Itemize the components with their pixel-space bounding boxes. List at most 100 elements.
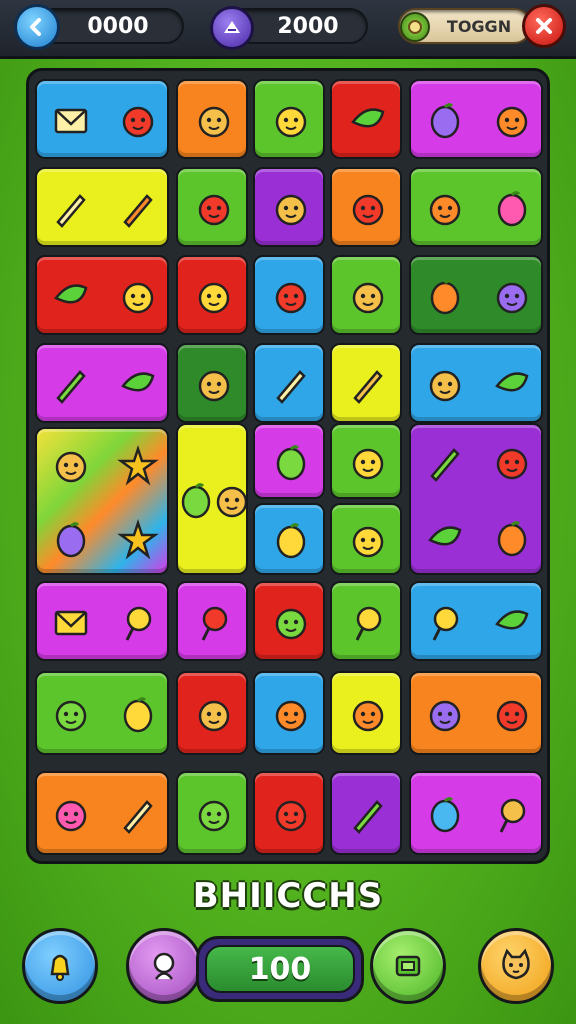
tile[interactable] [253, 423, 325, 499]
cat-face-icon [491, 694, 533, 741]
tile[interactable] [35, 581, 169, 661]
tile[interactable] [409, 671, 543, 755]
tile[interactable] [330, 79, 402, 159]
tile[interactable] [35, 343, 169, 423]
tile[interactable] [409, 423, 543, 575]
cat-face-icon [347, 694, 389, 741]
tile[interactable] [253, 671, 325, 755]
lime-icon [117, 364, 159, 411]
character-button[interactable] [126, 928, 202, 1004]
tile[interactable] [176, 167, 248, 247]
tile[interactable] [176, 671, 248, 755]
tile[interactable] [176, 423, 248, 575]
coins-value: 0000 [87, 13, 149, 39]
icecream-icon [117, 694, 159, 741]
goblin-face-icon [193, 188, 235, 235]
candy-icon [424, 602, 466, 649]
cat-face-icon [117, 100, 159, 147]
token-icon-badge [400, 12, 430, 42]
acorn-face-icon [193, 364, 235, 411]
duck-icon [50, 794, 92, 841]
tile[interactable] [35, 427, 169, 575]
orange-face-icon [270, 276, 312, 323]
rooster-icon [50, 445, 92, 492]
flame-icon [491, 518, 533, 565]
tomato-face-icon [347, 442, 389, 489]
tile[interactable] [35, 255, 169, 335]
character-icon [153, 952, 175, 980]
tile[interactable] [176, 343, 248, 423]
tile[interactable] [176, 771, 248, 855]
tile[interactable] [253, 167, 325, 247]
apple-face-icon [347, 276, 389, 323]
tile[interactable] [253, 581, 325, 661]
back-button[interactable] [14, 4, 60, 50]
shop-icon [395, 955, 421, 977]
envelope-icon [50, 602, 92, 649]
turnip-icon [50, 519, 92, 566]
bell-icon [50, 954, 70, 981]
token-icon [408, 20, 422, 34]
close-button[interactable] [522, 4, 566, 48]
tile[interactable] [253, 771, 325, 855]
tile[interactable] [330, 343, 402, 423]
tile[interactable] [253, 79, 325, 159]
lemon-icon [270, 520, 312, 567]
fruit-face-icon [270, 188, 312, 235]
tile[interactable] [35, 671, 169, 755]
tile[interactable] [330, 581, 402, 661]
cat-face-icon [491, 442, 533, 489]
tile[interactable] [409, 255, 543, 335]
fish-face-icon [424, 694, 466, 741]
onion-face-icon [211, 480, 246, 527]
tile[interactable] [409, 343, 543, 423]
plum-icon [491, 188, 533, 235]
tile[interactable] [409, 581, 543, 661]
tile[interactable] [330, 771, 402, 855]
bear-face-icon [193, 794, 235, 841]
avocado-icon [424, 518, 466, 565]
gem-badge [210, 6, 254, 50]
tile[interactable] [35, 771, 169, 855]
pencil-icon [50, 188, 92, 235]
leaf-icon [50, 276, 92, 323]
orange-face-icon [270, 794, 312, 841]
pet-button[interactable] [478, 928, 554, 1004]
tile[interactable] [330, 423, 402, 499]
tile[interactable] [176, 581, 248, 661]
fox-face-icon [491, 100, 533, 147]
tile[interactable] [330, 503, 402, 575]
tile[interactable] [35, 167, 169, 247]
tile[interactable] [409, 79, 543, 159]
tile[interactable] [176, 255, 248, 335]
leaf-icon [491, 602, 533, 649]
shop-button[interactable] [370, 928, 446, 1004]
score-value: 2000 [277, 13, 339, 39]
orange-face-icon [347, 520, 389, 567]
chick-icon [424, 188, 466, 235]
star-icon [116, 445, 159, 492]
pencil-icon [50, 364, 92, 411]
tile[interactable] [409, 771, 543, 855]
ring-icon [491, 794, 533, 841]
tile[interactable] [330, 167, 402, 247]
hammer-icon [270, 364, 312, 411]
plum-icon [424, 794, 466, 841]
tile[interactable] [330, 671, 402, 755]
lion-face-icon [491, 276, 533, 323]
star-icon [116, 519, 159, 566]
tile[interactable] [253, 503, 325, 575]
leaf-icon [347, 100, 389, 147]
pencil-icon [424, 442, 466, 489]
token-label: TOGGN [446, 16, 512, 36]
tile[interactable] [35, 79, 169, 159]
bell-button[interactable] [22, 928, 98, 1004]
icecream-icon [424, 276, 466, 323]
lime-icon [491, 364, 533, 411]
tile[interactable] [253, 255, 325, 335]
tile[interactable] [409, 167, 543, 247]
tile[interactable] [253, 343, 325, 423]
tile[interactable] [330, 255, 402, 335]
tile[interactable] [176, 79, 248, 159]
moves-counter-value: 100 [205, 945, 355, 993]
